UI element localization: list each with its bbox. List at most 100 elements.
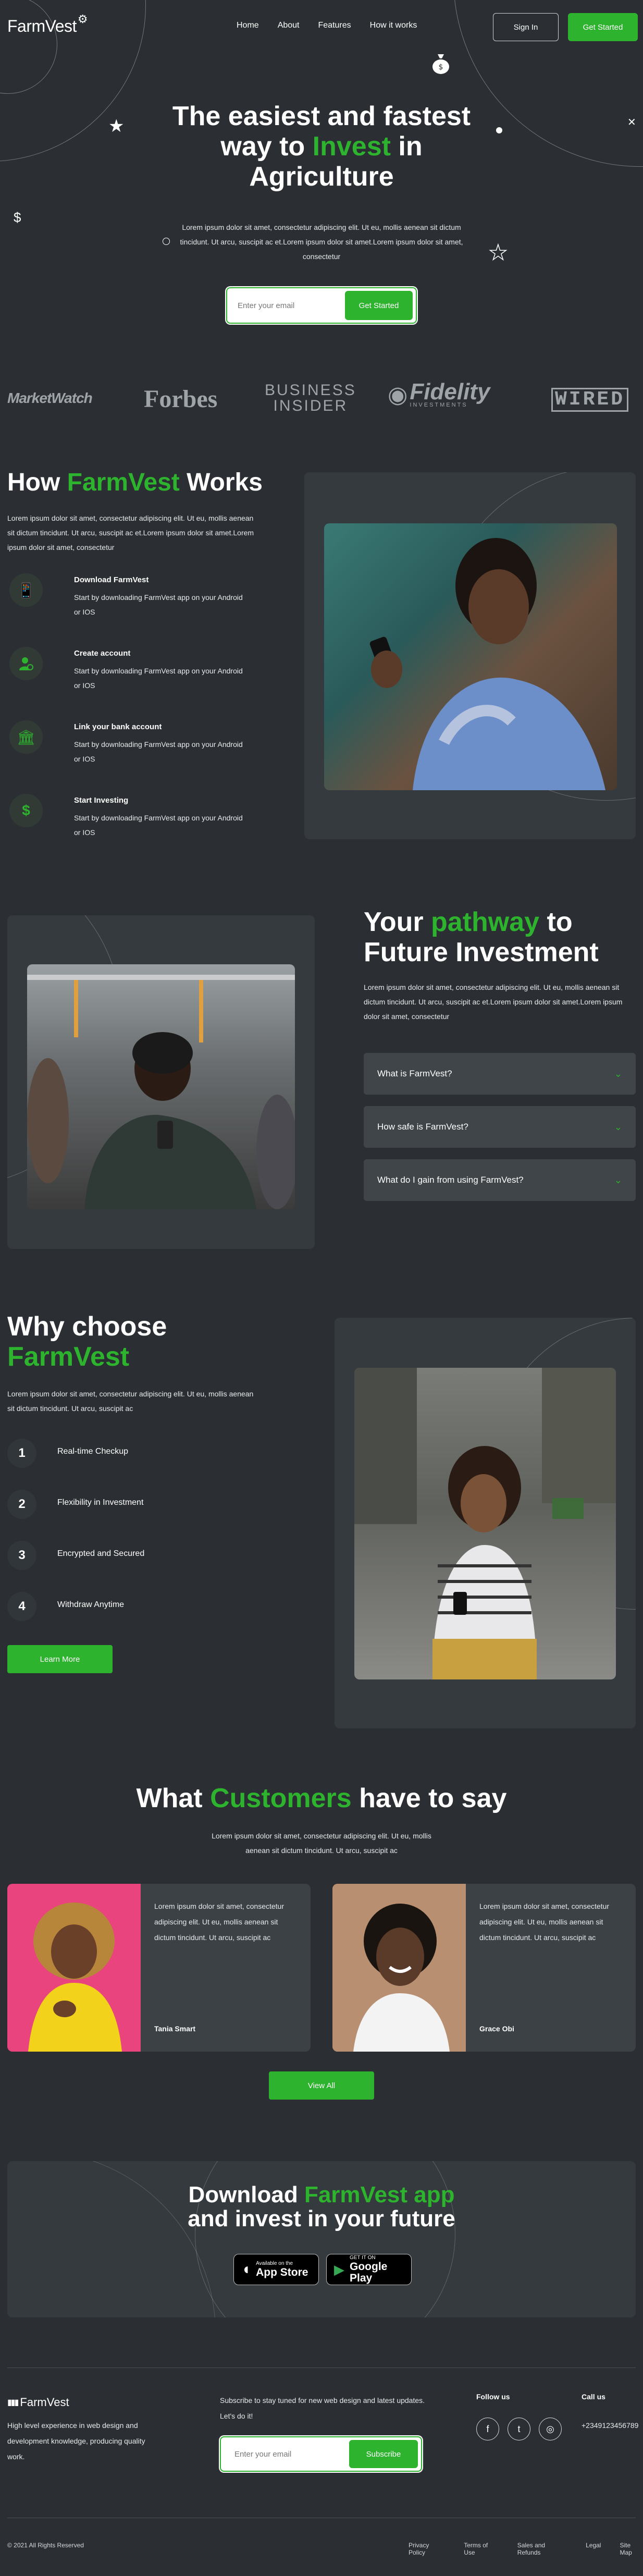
step-create-account: Create account Start by downloading Farm… [7,647,278,720]
man-with-phone-image [324,523,617,790]
footer-link-sitemap[interactable]: Site Map [620,2542,643,2556]
testimonial-name: Grace Obi [479,2025,514,2033]
pathway-title: Your pathway to Future Investment [364,907,599,967]
footer-logo[interactable]: ▮▮▮ FarmVest [7,2396,69,2409]
nav-features[interactable]: Features [318,21,351,30]
google-play-button[interactable]: ▶ GET IT ON Google Play [326,2254,412,2285]
step-description: Start by downloading FarmVest app on you… [74,593,243,616]
faq-item[interactable]: What is FarmVest? ⌄ [364,1053,636,1095]
dollar-icon: $ [9,794,43,827]
app-store-text: Available on the App Store [256,2261,308,2278]
why-number: 2 [7,1490,36,1519]
how-steps: 📱 Download FarmVest Start by downloading… [7,573,278,867]
woman-with-phone-image [354,1368,616,1679]
google-play-text: GET IT ON Google Play [350,2255,404,2284]
call-us-heading: Call us [582,2393,605,2401]
footer-links: Privacy Policy Terms of Use Sales and Re… [409,2542,643,2556]
logo-business-insider-line1: BUSINESS [265,382,356,399]
why-title: Why choose FarmVest [7,1311,167,1372]
man-on-train-image [27,964,295,1209]
view-all-button[interactable]: View All [269,2071,374,2100]
footer-link-sales[interactable]: Sales and Refunds [517,2542,567,2556]
arrow-icon: ✕ [627,117,636,128]
footer-link-privacy[interactable]: Privacy Policy [409,2542,445,2556]
fidelity-mark-icon: ◉ [388,382,408,408]
bank-icon: 🏛 [9,720,43,754]
testimonial-text: Lorem ipsum dolor sit amet, consectetur … [154,1902,284,1942]
why-label: Withdraw Anytime [57,1600,125,1609]
copyright: © 2021 All Rights Reserved [7,2542,84,2549]
logo[interactable]: FarmVest ⚙ [7,13,88,36]
step-description: Start by downloading FarmVest app on you… [74,667,243,690]
logo-fidelity-sub: INVESTMENTS [410,402,468,408]
why-label: Encrypted and Secured [57,1549,145,1558]
twitter-icon[interactable]: t [508,2418,530,2440]
logo-business-insider: BUSINESS INSIDER [265,383,356,414]
logo-wired: WIRED [551,388,629,412]
hero-section: FarmVest ⚙ Home About Features How it wo… [0,0,643,354]
app-store-button[interactable]: ◖ Available on the App Store [233,2254,319,2285]
star-outline-icon: ★ [488,241,508,265]
step-title: Create account [74,649,131,658]
nav-home[interactable]: Home [237,21,259,30]
apple-icon: ◖ [241,2261,251,2278]
google-play-big: Google Play [350,2261,388,2284]
user-money-icon [9,647,43,680]
hero-get-started-button[interactable]: Get Started [345,291,413,320]
faq-question: What is FarmVest? [377,1069,452,1078]
footer-logo-mark-icon: ▮▮▮ [7,2398,19,2407]
footer-description: High level experience in web design and … [7,2421,145,2461]
pathway-description: Lorem ipsum dolor sit amet, consectetur … [364,983,623,1021]
money-bag-icon: $ [430,52,451,80]
chevron-down-icon: ⌄ [614,1068,622,1079]
ring-icon [163,238,170,245]
footer-logo-text: FarmVest [20,2396,69,2409]
testimonial-card: Lorem ipsum dolor sit amet, consectetur … [7,1884,311,2052]
dollar-icon: $ [14,210,21,225]
step-description: Start by downloading FarmVest app on you… [74,814,243,837]
logo-marketwatch: MarketWatch [7,390,93,406]
footer-subscribe-text: Subscribe to stay tuned for new web desi… [220,2396,425,2420]
testimonial-text: Lorem ipsum dolor sit amet, consectetur … [479,1902,609,1942]
step-link-bank: 🏛 Link your bank account Start by downlo… [7,720,278,794]
chevron-down-icon: ⌄ [614,1174,622,1185]
logo-fidelity-text: Fidelity INVESTMENTS [410,381,490,408]
faq-item[interactable]: What do I gain from using FarmVest? ⌄ [364,1159,636,1201]
why-label: Real-time Checkup [57,1447,129,1456]
hero-email-form: Get Started [226,287,417,324]
nav-how-it-works[interactable]: How it works [370,21,417,30]
footer-email-input[interactable] [224,2449,349,2459]
why-description: Lorem ipsum dolor sit amet, consectetur … [7,1390,254,1413]
step-start-investing: $ Start Investing Start by downloading F… [7,794,278,867]
nav-about[interactable]: About [278,21,300,30]
instagram-icon[interactable]: ◎ [539,2418,562,2440]
testimonials-description: Lorem ipsum dolor sit amet, consectetur … [212,1832,431,1855]
gear-logo-icon: ⚙ [77,13,88,26]
header-get-started-button[interactable]: Get Started [568,13,638,41]
signin-button[interactable]: Sign In [493,13,559,41]
step-description: Start by downloading FarmVest app on you… [74,740,243,763]
why-number: 4 [7,1592,36,1621]
step-download: 📱 Download FarmVest Start by downloading… [7,573,278,647]
learn-more-button[interactable]: Learn More [7,1645,113,1673]
faq-item[interactable]: How safe is FarmVest? ⌄ [364,1106,636,1148]
testimonial-card: Lorem ipsum dolor sit amet, consectetur … [332,1884,636,2052]
customer-photo [7,1884,141,2052]
chevron-down-icon: ⌄ [614,1121,622,1132]
why-number: 3 [7,1541,36,1570]
phone-download-icon: 📱 [9,573,43,607]
hero-email-input[interactable] [230,301,345,310]
hero-title: The easiest and fastest way to Invest in… [172,101,471,192]
footer-link-terms[interactable]: Terms of Use [464,2542,498,2556]
footer-link-legal[interactable]: Legal [586,2542,601,2556]
download-section: Download FarmVest app and invest in your … [7,2161,636,2317]
faq-question: How safe is FarmVest? [377,1122,468,1132]
svg-text:$: $ [439,63,443,71]
app-store-big: App Store [256,2266,308,2278]
subscribe-button[interactable]: Subscribe [349,2440,418,2468]
testimonial-name: Tania Smart [154,2025,196,2033]
how-title: How FarmVest Works [7,469,263,496]
phone-number[interactable]: +2349123456789 [582,2418,638,2433]
step-title: Link your bank account [74,722,162,731]
facebook-icon[interactable]: f [476,2418,499,2440]
